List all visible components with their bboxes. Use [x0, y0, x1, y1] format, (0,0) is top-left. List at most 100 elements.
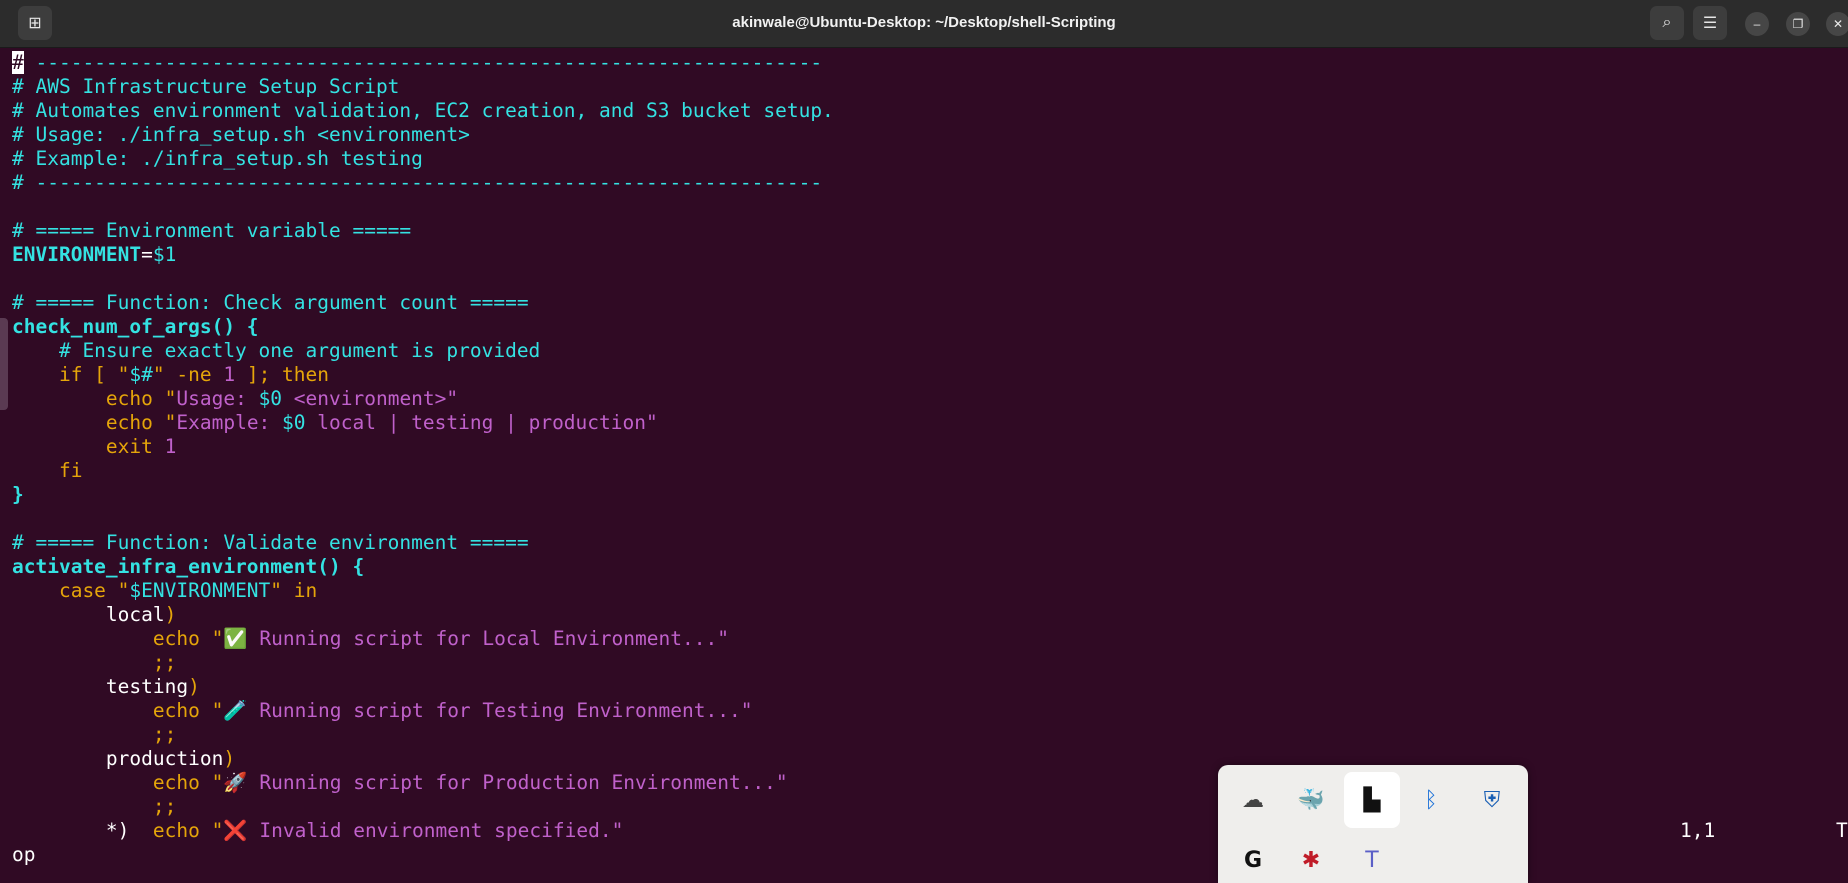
code-token: # Ensure exactly one argument is provide… [12, 339, 541, 362]
code-token: " -ne [152, 363, 224, 386]
cloud-sync-icon[interactable]: ☁ [1233, 780, 1273, 820]
menu-icon[interactable]: ☰ [1693, 6, 1727, 40]
terminal-titlebar: ⊞ akinwale@Ubuntu-Desktop: ~/Desktop/she… [0, 0, 1848, 48]
code-line: production) [12, 747, 1832, 771]
window-title: akinwale@Ubuntu-Desktop: ~/Desktop/shell… [732, 14, 1116, 31]
code-line: testing) [12, 675, 1832, 699]
code-line: echo "Example: $0 local | testing | prod… [12, 411, 1832, 435]
docker-icon[interactable]: 🐳 [1291, 780, 1331, 820]
code-token: ----------------------------------------… [23, 51, 823, 74]
code-token: production [12, 747, 224, 770]
code-token: # --------------------------------------… [12, 171, 823, 194]
code-line: # ===== Function: Validate environment =… [12, 531, 1832, 555]
code-line: ;; [12, 651, 1832, 675]
code-token: ENVIRONMENT [12, 243, 142, 266]
code-token: ]; then [235, 363, 330, 386]
code-line: ;; [12, 723, 1832, 747]
code-token: $# [129, 363, 153, 386]
code-token: check_num_of_args() { [12, 315, 259, 338]
code-line: exit 1 [12, 435, 1832, 459]
code-token: ) [164, 603, 177, 626]
code-token: if [ " [12, 363, 130, 386]
scrollbar-handle[interactable] [0, 318, 8, 410]
code-token: } [12, 483, 24, 506]
code-token: ;; [12, 651, 177, 674]
code-token: testing [12, 675, 189, 698]
code-token: $ENVIRONMENT [129, 579, 271, 602]
code-token: ;; [12, 795, 177, 818]
code-token: echo " [12, 411, 177, 434]
code-token: local | testing | production" [305, 411, 658, 434]
code-line: if [ "$#" -ne 1 ]; then [12, 363, 1832, 387]
code-token: fi [12, 459, 83, 482]
minimize-icon[interactable]: – [1745, 12, 1769, 36]
code-token: = [141, 243, 153, 266]
code-token: ❌ Invalid environment specified." [223, 819, 624, 842]
mode-line: op [12, 843, 36, 866]
code-token: 1 [223, 363, 236, 386]
code-line: echo "🧪 Running script for Testing Envir… [12, 699, 1832, 723]
cursor-position: 1,1 [1680, 819, 1716, 842]
code-token: # ===== Function: Check argument count =… [12, 291, 529, 314]
scroll-indicator: T [1836, 819, 1848, 842]
grammarly-icon[interactable]: G [1233, 840, 1273, 880]
code-token: $0 [258, 387, 283, 410]
code-token: Usage: [176, 387, 259, 410]
security-shield-icon[interactable]: ⛨ [1472, 780, 1512, 820]
code-token: ;; [12, 723, 177, 746]
code-editor[interactable]: # --------------------------------------… [12, 51, 1832, 871]
code-token: echo " [152, 819, 224, 842]
code-token: echo " [12, 699, 224, 722]
code-token: <environment>" [282, 387, 459, 410]
code-line: # Ensure exactly one argument is provide… [12, 339, 1832, 363]
code-token: Example: [176, 411, 283, 434]
code-token: echo " [12, 771, 224, 794]
code-line: # Example: ./infra_setup.sh testing [12, 147, 1832, 171]
bluetooth-icon[interactable]: ᛒ [1411, 780, 1451, 820]
code-token: 🧪 Running script for Testing Environment… [223, 699, 753, 722]
code-token: # Example: ./infra_setup.sh testing [12, 147, 423, 170]
bookmark-app-icon[interactable]: ▙ [1344, 772, 1400, 828]
code-token: *) [12, 819, 153, 842]
code-line: ENVIRONMENT=$1 [12, 243, 1832, 267]
code-line: echo "✅ Running script for Local Environ… [12, 627, 1832, 651]
code-line: # ===== Function: Check argument count =… [12, 291, 1832, 315]
slack-icon[interactable]: ✱ [1291, 840, 1331, 880]
code-token: activate_infra_environment() { [12, 555, 365, 578]
teams-icon[interactable]: T [1352, 840, 1392, 880]
system-tray-popup: ☁ 🐳 ▙ ᛒ ⛨ G ✱ T [1218, 765, 1528, 883]
code-token: $1 [152, 243, 177, 266]
code-line: echo "Usage: $0 <environment>" [12, 387, 1832, 411]
code-token: " in [270, 579, 318, 602]
code-line: check_num_of_args() { [12, 315, 1832, 339]
code-token: local [12, 603, 165, 626]
code-token: ) [188, 675, 200, 698]
text-cursor: # [12, 51, 24, 74]
restore-icon[interactable]: ❐ [1786, 12, 1810, 36]
code-line: echo "🚀 Running script for Production En… [12, 771, 1832, 795]
code-line: # Usage: ./infra_setup.sh <environment> [12, 123, 1832, 147]
code-token: # Usage: ./infra_setup.sh <environment> [12, 123, 470, 146]
code-line: } [12, 483, 1832, 507]
code-line: # ===== Environment variable ===== [12, 219, 1832, 243]
code-token: 1 [164, 435, 177, 458]
code-token: # ===== Function: Validate environment =… [12, 531, 529, 554]
code-token: echo " [12, 387, 177, 410]
code-line: # --------------------------------------… [12, 171, 1832, 195]
code-token: # ===== Environment variable ===== [12, 219, 412, 242]
close-icon[interactable]: ✕ [1826, 12, 1848, 36]
code-token: 🚀 Running script for Production Environm… [223, 771, 788, 794]
code-line: local) [12, 603, 1832, 627]
code-token: # Automates environment validation, EC2 … [12, 99, 834, 122]
code-line: fi [12, 459, 1832, 483]
code-token: exit [12, 435, 165, 458]
code-token: echo " [12, 627, 224, 650]
code-token: # AWS Infrastructure Setup Script [12, 75, 400, 98]
code-line: *) echo "❌ Invalid environment specified… [12, 819, 1832, 843]
search-icon[interactable]: ⌕ [1650, 6, 1684, 40]
code-token: $0 [282, 411, 306, 434]
code-line: ;; [12, 795, 1832, 819]
